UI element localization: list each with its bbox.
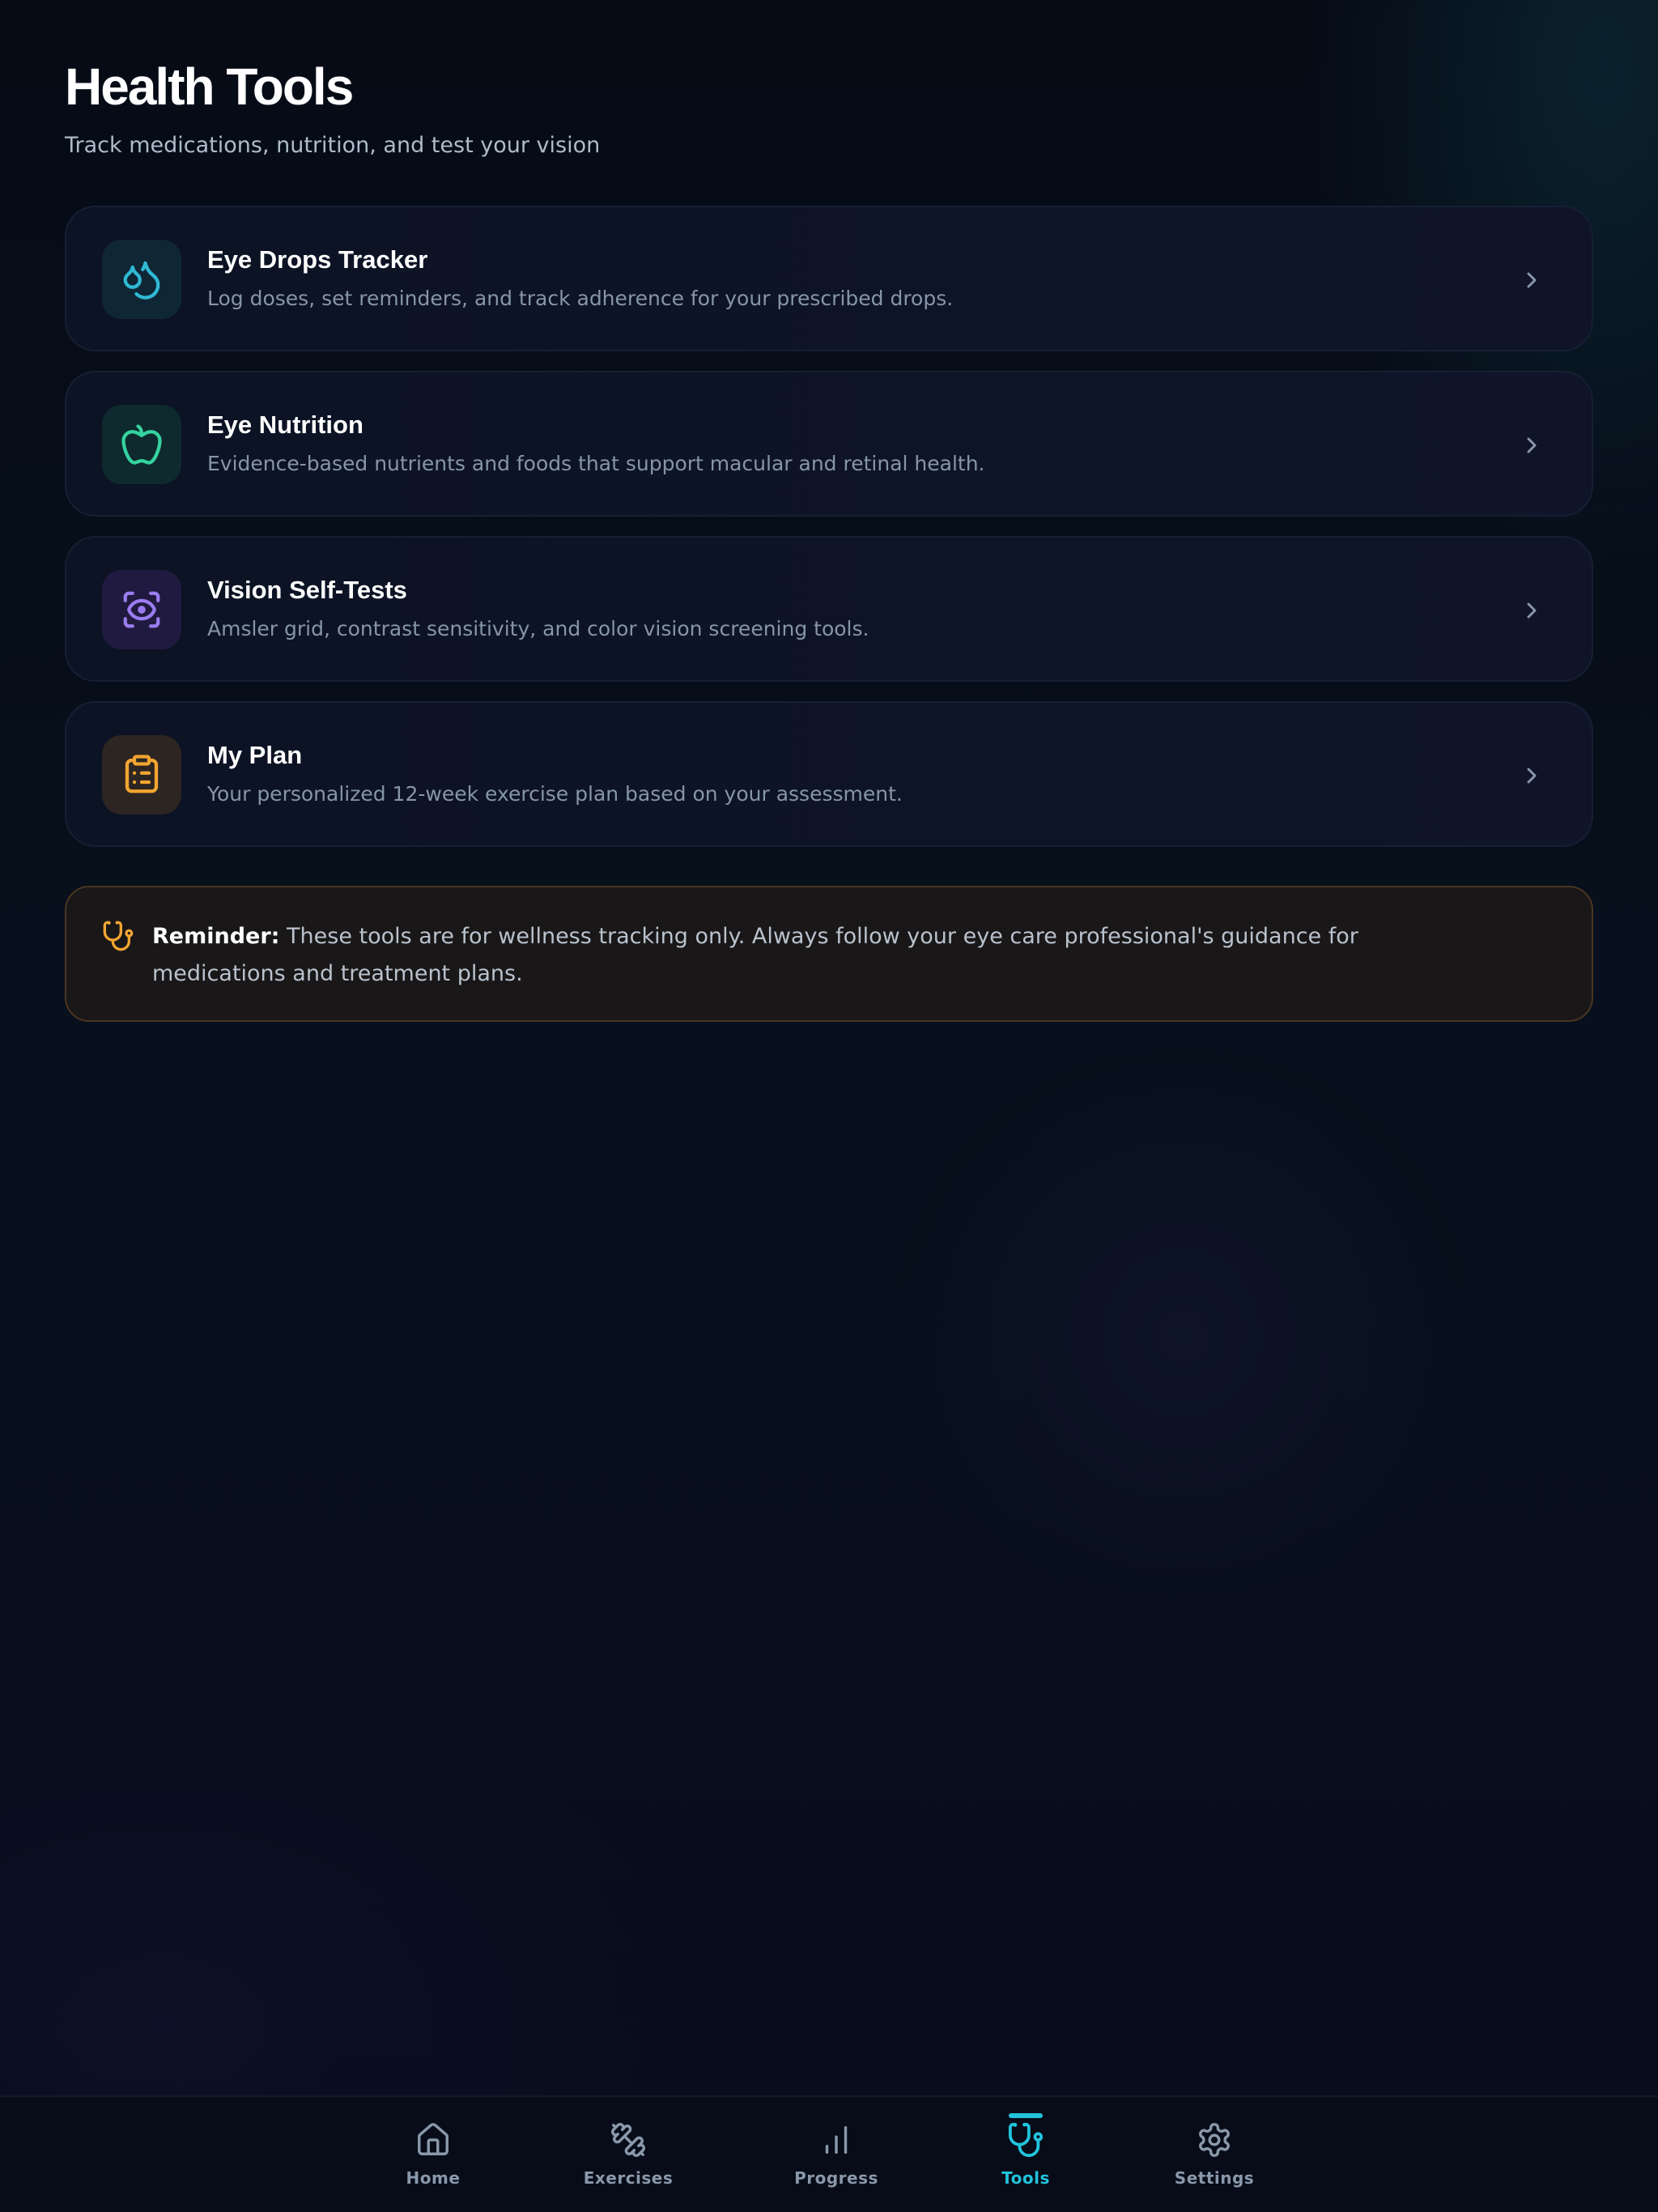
tool-description: Amsler grid, contrast sensitivity, and c… [207, 617, 869, 641]
health-tools-screen: Health Tools Track medications, nutritio… [0, 0, 1658, 2212]
chevron-right-icon [1527, 437, 1537, 453]
tab-label: Home [406, 2168, 461, 2188]
chevron-right-icon [1527, 768, 1537, 784]
stethoscope-icon [103, 921, 134, 951]
tool-title: Eye Nutrition [207, 410, 363, 439]
reminder-text: Reminder: These tools are for wellness t… [152, 918, 1486, 993]
eye-drops-icon-box [102, 240, 181, 319]
tool-title: Vision Self-Tests [207, 576, 407, 604]
dumbbell-icon [611, 2123, 645, 2157]
droplets-icon [123, 261, 160, 300]
tool-description: Your personalized 12-week exercise plan … [207, 782, 903, 806]
tool-card-eye-drops-tracker[interactable]: Eye Drops Tracker Log doses, set reminde… [65, 206, 1593, 351]
home-icon [418, 2123, 449, 2155]
tool-card-eye-nutrition[interactable]: Eye Nutrition Evidence-based nutrients a… [65, 371, 1593, 517]
tool-description: Log doses, set reminders, and track adhe… [207, 287, 954, 311]
tool-title: My Plan [207, 741, 303, 769]
header: Health Tools Track medications, nutritio… [65, 58, 1587, 160]
vision-tests-icon-box [102, 570, 181, 649]
tool-card-my-plan[interactable]: My Plan Your personalized 12-week exerci… [65, 701, 1593, 847]
tab-settings[interactable]: Settings [1133, 2097, 1295, 2212]
chevron-right-icon [1527, 602, 1537, 619]
tool-description: Evidence-based nutrients and foods that … [207, 452, 985, 476]
tab-label: Exercises [583, 2168, 674, 2188]
tools-list: Eye Drops Tracker Log doses, set reminde… [65, 206, 1593, 866]
stethoscope-icon [1008, 2122, 1044, 2158]
clipboard-list-icon [125, 755, 159, 793]
tab-exercises[interactable]: Exercises [547, 2097, 709, 2212]
gear-icon [1199, 2123, 1230, 2157]
bar-chart-icon [825, 2125, 848, 2155]
tab-home[interactable]: Home [352, 2097, 514, 2212]
tool-title: Eye Drops Tracker [207, 245, 428, 274]
scan-eye-icon [123, 591, 160, 628]
page-subtitle: Track medications, nutrition, and test y… [65, 133, 601, 159]
tab-tools[interactable]: Tools [945, 2097, 1107, 2212]
reminder-label: Reminder: [152, 924, 280, 949]
page-title: Health Tools [65, 57, 354, 116]
bottom-tab-bar: Home Exercises Progress Tools Settings [0, 2095, 1658, 2212]
reminder-banner: Reminder: These tools are for wellness t… [65, 886, 1593, 1022]
tab-label: Tools [1001, 2168, 1050, 2188]
reminder-body: These tools are for wellness tracking on… [152, 924, 1358, 986]
tab-progress[interactable]: Progress [755, 2097, 917, 2212]
active-tab-indicator [1009, 2113, 1043, 2118]
eye-nutrition-icon-box [102, 405, 181, 484]
chevron-right-icon [1527, 272, 1537, 288]
tool-card-vision-self-tests[interactable]: Vision Self-Tests Amsler grid, contrast … [65, 536, 1593, 682]
my-plan-icon-box [102, 735, 181, 815]
tab-label: Progress [794, 2168, 878, 2188]
apple-icon [121, 424, 162, 465]
tab-label: Settings [1174, 2168, 1255, 2188]
